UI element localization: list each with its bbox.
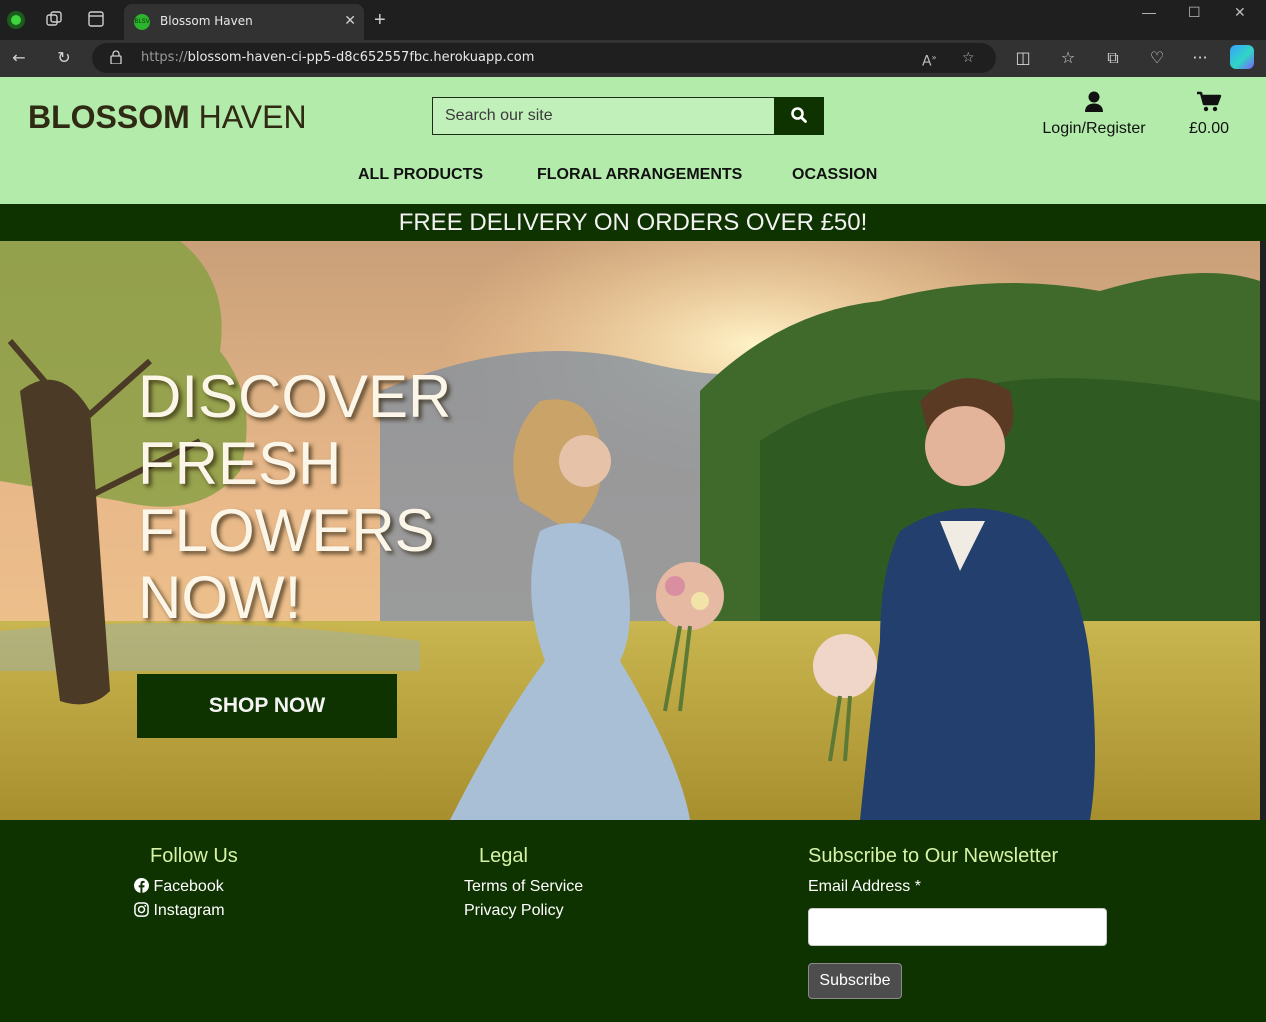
search-icon — [791, 106, 807, 123]
hero-headline-line: NOW! — [138, 564, 302, 631]
legal-heading: Legal — [479, 845, 528, 867]
cart-icon — [1197, 91, 1222, 112]
hero-section: DISCOVER FRESH FLOWERS NOW! SHOP NOW — [0, 241, 1260, 820]
collections-icon[interactable]: ⧉ — [1102, 47, 1124, 69]
privacy-policy-link[interactable]: Privacy Policy — [464, 902, 564, 920]
search-button[interactable] — [774, 97, 824, 135]
workspaces-icon[interactable] — [44, 10, 64, 30]
nav-all-products[interactable]: ALL PRODUCTS — [358, 166, 483, 184]
instagram-icon — [134, 902, 149, 917]
hero-headline-line: DISCOVER — [138, 363, 452, 430]
nav-floral-arrangements[interactable]: FLORAL ARRANGEMENTS — [537, 166, 742, 184]
refresh-icon[interactable]: ↻ — [53, 47, 75, 69]
search-form — [432, 97, 824, 135]
follow-us-heading: Follow Us — [150, 845, 238, 867]
shop-now-button[interactable]: SHOP NOW — [137, 674, 397, 738]
account-link[interactable]: Login/Register — [1036, 91, 1152, 138]
more-options-icon[interactable]: ··· — [1189, 47, 1211, 69]
hero-headline: DISCOVER FRESH FLOWERS NOW! — [138, 363, 458, 631]
browser-essentials-icon[interactable]: ♡ — [1146, 47, 1168, 69]
window-close-icon[interactable]: ✕ — [1234, 4, 1246, 21]
website-viewport: BLOSSOM HAVEN Login/Register £0.00 ALL P… — [0, 77, 1266, 1022]
site-logo[interactable]: BLOSSOM HAVEN — [28, 99, 307, 136]
profile-icon[interactable] — [6, 10, 26, 30]
search-input[interactable] — [432, 97, 775, 135]
account-label: Login/Register — [1042, 120, 1146, 137]
minimize-icon[interactable]: — — [1142, 4, 1156, 20]
url-text[interactable]: https://blossom-haven-ci-pp5-d8c652557fb… — [141, 50, 534, 65]
split-screen-icon[interactable]: ◫ — [1012, 47, 1034, 69]
active-tab[interactable]: BLSV Blossom Haven ✕ — [124, 4, 364, 40]
newsletter-email-field[interactable] — [808, 908, 1107, 946]
nav-occasion[interactable]: OCASSION — [792, 166, 877, 184]
vertical-tabs-icon[interactable] — [86, 10, 106, 30]
favorite-star-icon[interactable]: ☆ — [962, 47, 975, 69]
tab-title: Blossom Haven — [160, 14, 253, 28]
site-footer: Follow Us Facebook Instagram Legal Terms… — [0, 820, 1266, 1022]
back-icon[interactable]: ← — [8, 47, 30, 69]
facebook-icon — [134, 878, 149, 893]
free-delivery-banner: FREE DELIVERY ON ORDERS OVER £50! — [0, 204, 1266, 241]
facebook-link[interactable]: Facebook — [134, 878, 224, 896]
hero-headline-line: FLOWERS — [138, 497, 435, 564]
browser-tab-bar: BLSV Blossom Haven ✕ + — ☐ ✕ — [0, 0, 1266, 40]
instagram-link[interactable]: Instagram — [134, 902, 225, 920]
user-icon — [1085, 91, 1103, 112]
address-bar[interactable]: https://blossom-haven-ci-pp5-d8c652557fb… — [92, 43, 996, 73]
new-tab-icon[interactable]: + — [374, 8, 386, 32]
site-favicon-icon: BLSV — [134, 14, 150, 30]
copilot-icon[interactable] — [1230, 45, 1254, 69]
cart-link[interactable]: £0.00 — [1176, 91, 1242, 138]
email-label: Email Address * — [808, 878, 921, 895]
favorites-icon[interactable]: ☆ — [1057, 47, 1079, 69]
maximize-icon[interactable]: ☐ — [1188, 4, 1201, 21]
browser-toolbar: ← ↻ https://blossom-haven-ci-pp5-d8c6525… — [0, 40, 1266, 77]
site-header: BLOSSOM HAVEN Login/Register £0.00 ALL P… — [0, 77, 1266, 204]
terms-of-service-link[interactable]: Terms of Service — [464, 878, 583, 896]
tab-close-icon[interactable]: ✕ — [344, 12, 356, 29]
read-aloud-icon[interactable]: A» — [922, 47, 936, 73]
subscribe-button[interactable]: Subscribe — [808, 963, 902, 999]
hero-headline-line: FRESH — [138, 430, 342, 497]
newsletter-heading: Subscribe to Our Newsletter — [808, 845, 1059, 867]
cart-total: £0.00 — [1188, 120, 1230, 137]
lock-icon — [110, 50, 122, 64]
